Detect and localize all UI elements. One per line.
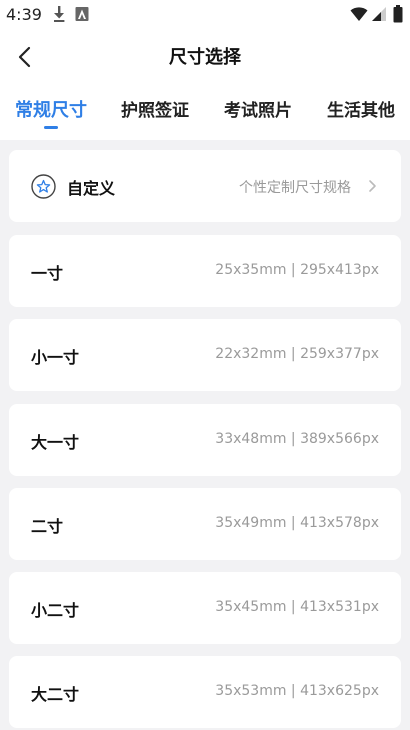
star-icon: [31, 174, 56, 199]
size-name: 大二寸: [31, 685, 80, 704]
size-card-large-2cun[interactable]: 大二寸 35x53mm | 413x625px: [9, 656, 401, 728]
download-icon: [54, 6, 65, 22]
status-time: 4:39: [6, 5, 42, 24]
tab-regular-size[interactable]: 常规尺寸: [15, 96, 87, 122]
size-name: 小二寸: [31, 601, 80, 620]
battery-icon: [393, 5, 403, 23]
tab-exam-photo[interactable]: 考试照片: [224, 96, 292, 121]
size-card-small-2cun[interactable]: 小二寸 35x45mm | 413x531px: [9, 572, 401, 644]
size-name: 小一寸: [31, 348, 80, 367]
size-spec: 25x35mm | 295x413px: [215, 262, 379, 278]
font-a-icon: [75, 7, 89, 21]
size-spec: 33x48mm | 389x566px: [215, 431, 379, 447]
custom-size-card[interactable]: 自定义 个性定制尺寸规格: [9, 150, 401, 222]
size-category-tabs: 常规尺寸 护照签证 考试照片 生活其他: [0, 92, 410, 132]
tab-life-other[interactable]: 生活其他: [327, 96, 395, 121]
custom-size-label: 自定义: [67, 179, 116, 198]
size-card-small-1cun[interactable]: 小一寸 22x32mm | 259x377px: [9, 319, 401, 391]
size-card-large-1cun[interactable]: 大一寸 33x48mm | 389x566px: [9, 404, 401, 476]
size-name: 一寸: [31, 264, 64, 283]
page-title: 尺寸选择: [169, 47, 241, 68]
signal-icon: [372, 7, 386, 21]
size-name: 二寸: [31, 517, 64, 536]
size-spec: 35x45mm | 413x531px: [215, 599, 379, 615]
size-spec: 22x32mm | 259x377px: [215, 346, 379, 362]
status-bar: 4:39: [0, 0, 410, 30]
size-card-2cun[interactable]: 二寸 35x49mm | 413x578px: [9, 488, 401, 560]
size-card-1cun[interactable]: 一寸 25x35mm | 295x413px: [9, 235, 401, 307]
tab-passport-visa[interactable]: 护照签证: [121, 96, 189, 121]
size-spec: 35x53mm | 413x625px: [215, 683, 379, 699]
active-tab-indicator: [44, 126, 58, 129]
wifi-icon: [350, 7, 368, 21]
chevron-right-icon: [369, 180, 376, 192]
size-spec: 35x49mm | 413x578px: [215, 515, 379, 531]
custom-size-description: 个性定制尺寸规格: [239, 180, 351, 196]
size-name: 大一寸: [31, 433, 80, 452]
